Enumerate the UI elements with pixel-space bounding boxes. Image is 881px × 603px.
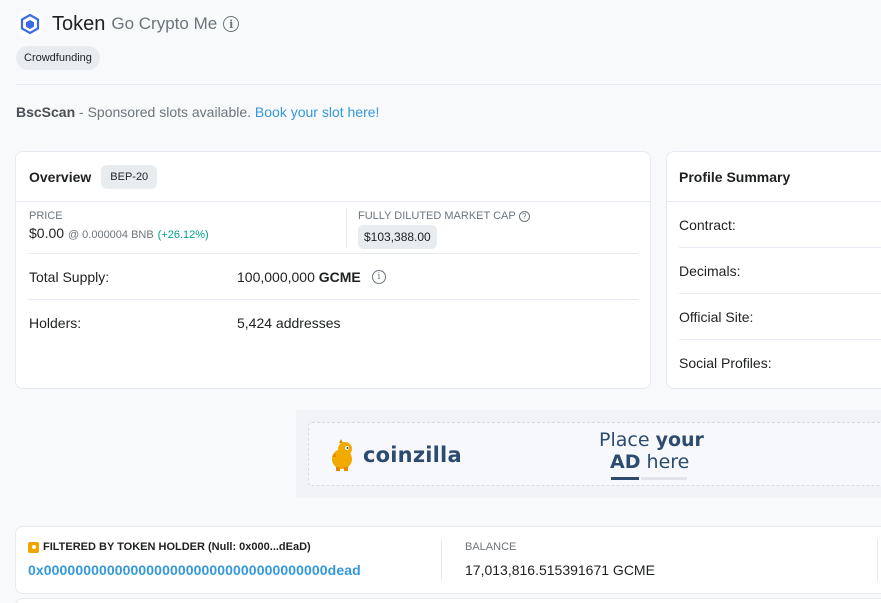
holders-row: Holders: 5,424 addresses <box>28 300 638 346</box>
token-symbol: GCME <box>318 268 361 285</box>
info-circle-icon[interactable]: i <box>223 16 240 32</box>
market-cap-value: $103,388.00 <box>358 225 437 249</box>
question-circle-icon[interactable]: ? <box>518 210 530 222</box>
category-tag[interactable]: Crowdfunding <box>16 46 100 70</box>
coinzilla-logo: coinzilla <box>327 439 462 471</box>
price-change: (+26.12%) <box>157 229 209 241</box>
token-standard-badge: BEP-20 <box>101 164 158 189</box>
user-icon <box>28 541 39 553</box>
total-supply-value-line: 100,000,000 GCME <box>237 269 361 285</box>
coinzilla-mascot-icon <box>332 439 352 471</box>
profile-row-social-profiles: Social Profiles: <box>679 355 772 371</box>
price-bnb: @ 0.000004 BNB <box>67 229 154 241</box>
page-title: Token <box>52 12 106 35</box>
overview-card: Overview BEP-20 PRICE $0.00 @ 0.000004 B… <box>15 151 651 389</box>
ad-underline-light <box>641 477 687 480</box>
supply-info-icon[interactable]: i <box>372 269 386 284</box>
market-cap-label-line: FULLY DILUTED MARKET CAP? <box>358 210 530 222</box>
advertisement-banner[interactable]: coinzilla Place your AD here <box>296 410 881 498</box>
your-text: your <box>655 429 704 451</box>
token-name: Go Crypto Me <box>111 14 218 33</box>
market-cap-section: FULLY DILUTED MARKET CAP? $103,388.00 <box>358 210 530 249</box>
token-holder-filter-card: FILTERED BY TOKEN HOLDER (Null: 0x000...… <box>15 526 881 594</box>
holder-address-link[interactable]: 0x000000000000000000000000000000000000de… <box>28 562 361 578</box>
total-supply-row: Total Supply: 100,000,000 GCME i <box>28 254 638 300</box>
holders-label: Holders: <box>29 315 82 331</box>
price-label: PRICE <box>29 210 63 222</box>
place-your-ad-text: Place your AD here <box>599 429 704 473</box>
next-card-top-edge <box>15 598 881 603</box>
total-supply-label: Total Supply: <box>29 268 110 285</box>
profile-summary-card: Profile Summary Contract: Decimals: Offi… <box>666 151 881 389</box>
page-header: Token Go Crypto Me i <box>16 10 240 38</box>
overview-title: Overview <box>29 168 92 185</box>
book-slot-link[interactable]: Book your slot here! <box>255 104 380 120</box>
balance-label: BALANCE <box>465 541 517 553</box>
ad-underline <box>611 477 639 480</box>
place-text: Place <box>599 429 656 451</box>
ad-text: AD <box>610 451 641 473</box>
header-divider <box>16 84 881 85</box>
holder-filter-label-line: FILTERED BY TOKEN HOLDER (Null: 0x000...… <box>28 541 361 553</box>
here-text: here <box>640 451 690 473</box>
filter-divider-right <box>877 539 878 581</box>
coinzilla-wordmark: coinzilla <box>363 443 462 467</box>
holder-filter-section: FILTERED BY TOKEN HOLDER (Null: 0x000...… <box>28 541 361 578</box>
holders-value: 5,424 addresses <box>237 315 341 331</box>
total-supply-value: 100,000,000 <box>237 268 315 285</box>
token-logo-icon <box>16 10 44 38</box>
holder-filter-label: FILTERED BY TOKEN HOLDER (Null: 0x000...… <box>43 541 311 553</box>
sponsor-text: - Sponsored slots available. <box>75 104 255 120</box>
profile-row-official-site: Official Site: <box>679 294 881 340</box>
profile-row-decimals: Decimals: <box>679 248 881 294</box>
ad-frame[interactable]: coinzilla Place your AD here <box>308 422 881 486</box>
filter-divider <box>441 539 442 581</box>
sponsor-banner: BscScan - Sponsored slots available. Boo… <box>16 104 379 120</box>
profile-summary-title: Profile Summary <box>667 152 881 202</box>
profile-row-contract: Contract: <box>679 202 881 248</box>
balance-value: 17,013,816.515391671 GCME <box>465 562 655 578</box>
price-section: PRICE $0.00 @ 0.000004 BNB (+26.12%) <box>29 210 209 241</box>
price-value-line: $0.00 @ 0.000004 BNB (+26.12%) <box>29 225 209 241</box>
balance-section: BALANCE 17,013,816.515391671 GCME <box>465 541 655 578</box>
price-row: PRICE $0.00 @ 0.000004 BNB (+26.12%) FUL… <box>28 202 638 254</box>
sponsor-brand: BscScan <box>16 104 76 120</box>
price-divider <box>346 208 347 248</box>
market-cap-label: FULLY DILUTED MARKET CAP <box>358 210 516 222</box>
price-value: $0.00 <box>29 225 65 241</box>
overview-header: Overview BEP-20 <box>16 152 650 202</box>
